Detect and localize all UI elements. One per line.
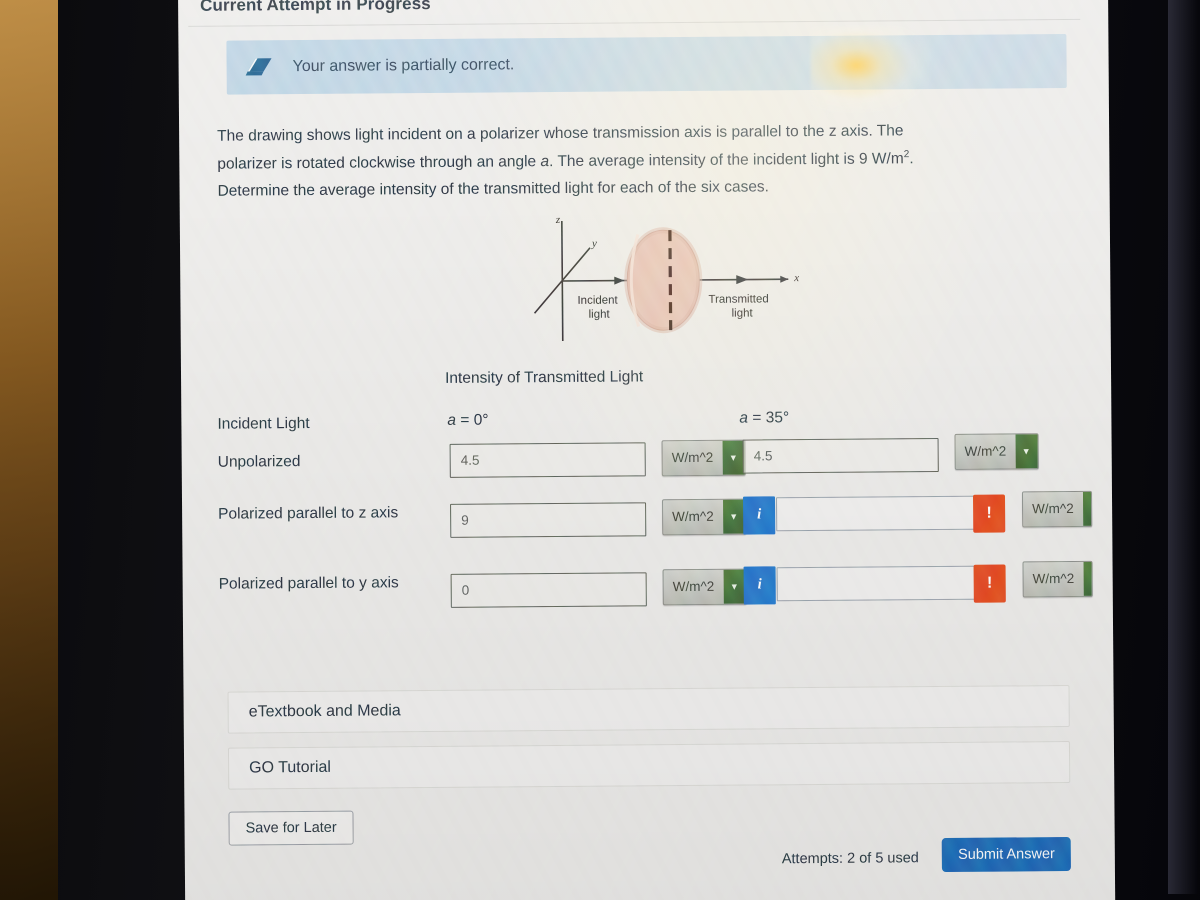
header-case-0deg: a = 0°	[447, 411, 488, 429]
column-group-title: Intensity of Transmitted Light	[444, 368, 644, 387]
attempts-status: Attempts: 2 of 5 used	[781, 849, 919, 868]
angle-symbol: a	[540, 152, 550, 170]
feedback-banner: Your answer is partially correct.	[226, 34, 1067, 95]
answer-input-polarized-y-35deg[interactable]	[776, 565, 988, 602]
answer-table: Intensity of Transmitted Light Incident …	[209, 365, 1093, 636]
svg-text:z: z	[555, 214, 561, 226]
submit-answer-button[interactable]: Submit Answer	[941, 836, 1071, 872]
problem-line-2b: . The average intensity of the incident …	[549, 149, 904, 170]
figure-container: z y x Incident light Transmitted light	[190, 209, 1083, 366]
svg-text:Transmitted: Transmitted	[708, 293, 768, 305]
header-incident-light: Incident Light	[217, 414, 310, 433]
polarizer-diagram: z y x Incident light Transmitted light	[520, 211, 821, 363]
answer-input-polarized-y-0deg[interactable]: 0	[450, 572, 647, 608]
bezel-highlight	[1168, 0, 1198, 894]
footer-actions: Save for Later Attempts: 2 of 5 used Sub…	[228, 805, 1071, 872]
info-button-polarized-z[interactable]: i	[742, 496, 776, 535]
answer-input-polarized-z-35deg[interactable]	[776, 495, 988, 532]
table-row: Polarized parallel to y axis 0 W/m^2 ▼ i…	[211, 559, 1093, 636]
header-case-35deg: a = 35°	[739, 409, 789, 427]
partially-correct-icon	[245, 56, 275, 78]
row-label-polarized-y: Polarized parallel to y axis	[218, 574, 399, 593]
svg-text:light: light	[589, 308, 611, 320]
accordion-label: eTextbook and Media	[248, 702, 401, 721]
svg-text:Incident: Incident	[577, 294, 618, 306]
chevron-down-icon: ▼	[722, 440, 745, 475]
chevron-down-icon: ▼	[722, 499, 745, 534]
screen-content: Current Attempt in Progress Your answer …	[178, 0, 1116, 900]
units-dropdown-polarized-y-35deg[interactable]: W/m^2	[1022, 560, 1093, 598]
header-case-35deg-value: = 35°	[747, 408, 790, 427]
units-dropdown-polarized-z-0deg[interactable]: W/m^2 ▼	[662, 498, 746, 535]
units-dropdown-label: W/m^2	[955, 434, 1016, 469]
error-indicator-polarized-y[interactable]: !	[973, 564, 1006, 603]
problem-statement: The drawing shows light incident on a po…	[217, 116, 1044, 205]
row-label-unpolarized: Unpolarized	[217, 452, 301, 471]
svg-text:y: y	[591, 237, 597, 249]
problem-line-2a: polarizer is rotated clockwise through a…	[217, 152, 541, 173]
accordion-label: GO Tutorial	[249, 758, 331, 777]
error-indicator-polarized-z[interactable]: !	[972, 494, 1006, 533]
units-dropdown-label: W/m^2	[1023, 561, 1084, 597]
photograph-of-monitor: Current Attempt in Progress Your answer …	[0, 0, 1200, 900]
header-case-0deg-symbol: a	[447, 411, 457, 429]
units-dropdown-polarized-y-0deg[interactable]: W/m^2 ▼	[662, 568, 747, 605]
problem-line-3: Determine the average intensity of the t…	[217, 178, 770, 200]
units-dropdown-label: W/m^2	[663, 499, 723, 534]
header-case-0deg-value: = 0°	[455, 411, 489, 429]
units-dropdown-label: W/m^2	[662, 440, 723, 475]
svg-text:x: x	[793, 272, 799, 284]
row-label-polarized-z: Polarized parallel to z axis	[218, 504, 399, 523]
units-dropdown-unpolarized-0deg[interactable]: W/m^2 ▼	[661, 439, 746, 476]
chevron-down-icon	[1082, 491, 1091, 526]
svg-text:light: light	[732, 307, 754, 319]
accordion-etextbook-and-media[interactable]: eTextbook and Media	[227, 684, 1070, 734]
units-dropdown-label: W/m^2	[663, 569, 724, 604]
header-case-35deg-symbol: a	[739, 409, 749, 427]
problem-line-2c: .	[909, 149, 914, 167]
accordion-go-tutorial[interactable]: GO Tutorial	[227, 740, 1071, 790]
table-row: Unpolarized 4.5 W/m^2 ▼ 4.5 W/m^2 ▼	[210, 432, 1084, 496]
chevron-down-icon: ▼	[1015, 434, 1038, 469]
table-header-row: Intensity of Transmitted Light Incident …	[209, 365, 1084, 444]
save-for-later-button[interactable]: Save for Later	[228, 810, 354, 846]
table-row: Polarized parallel to z axis 9 W/m^2 ▼ i…	[210, 489, 1092, 566]
feedback-banner-text: Your answer is partially correct.	[292, 56, 515, 76]
units-dropdown-polarized-z-35deg[interactable]: W/m^2	[1021, 490, 1092, 528]
answer-input-unpolarized-35deg[interactable]: 4.5	[742, 437, 939, 474]
answer-input-polarized-z-0deg[interactable]: 9	[450, 502, 647, 538]
answer-input-unpolarized-0deg[interactable]: 4.5	[449, 442, 646, 478]
assignment-page: Current Attempt in Progress Your answer …	[178, 0, 1115, 872]
resources-section: eTextbook and Media GO Tutorial	[194, 684, 1087, 790]
units-dropdown-unpolarized-35deg[interactable]: W/m^2 ▼	[954, 432, 1039, 470]
units-dropdown-label: W/m^2	[1022, 491, 1083, 527]
chevron-down-icon: ▼	[723, 569, 746, 604]
info-button-polarized-y[interactable]: i	[743, 566, 776, 605]
problem-line-1: The drawing shows light incident on a po…	[217, 122, 904, 145]
chevron-down-icon	[1083, 561, 1092, 596]
